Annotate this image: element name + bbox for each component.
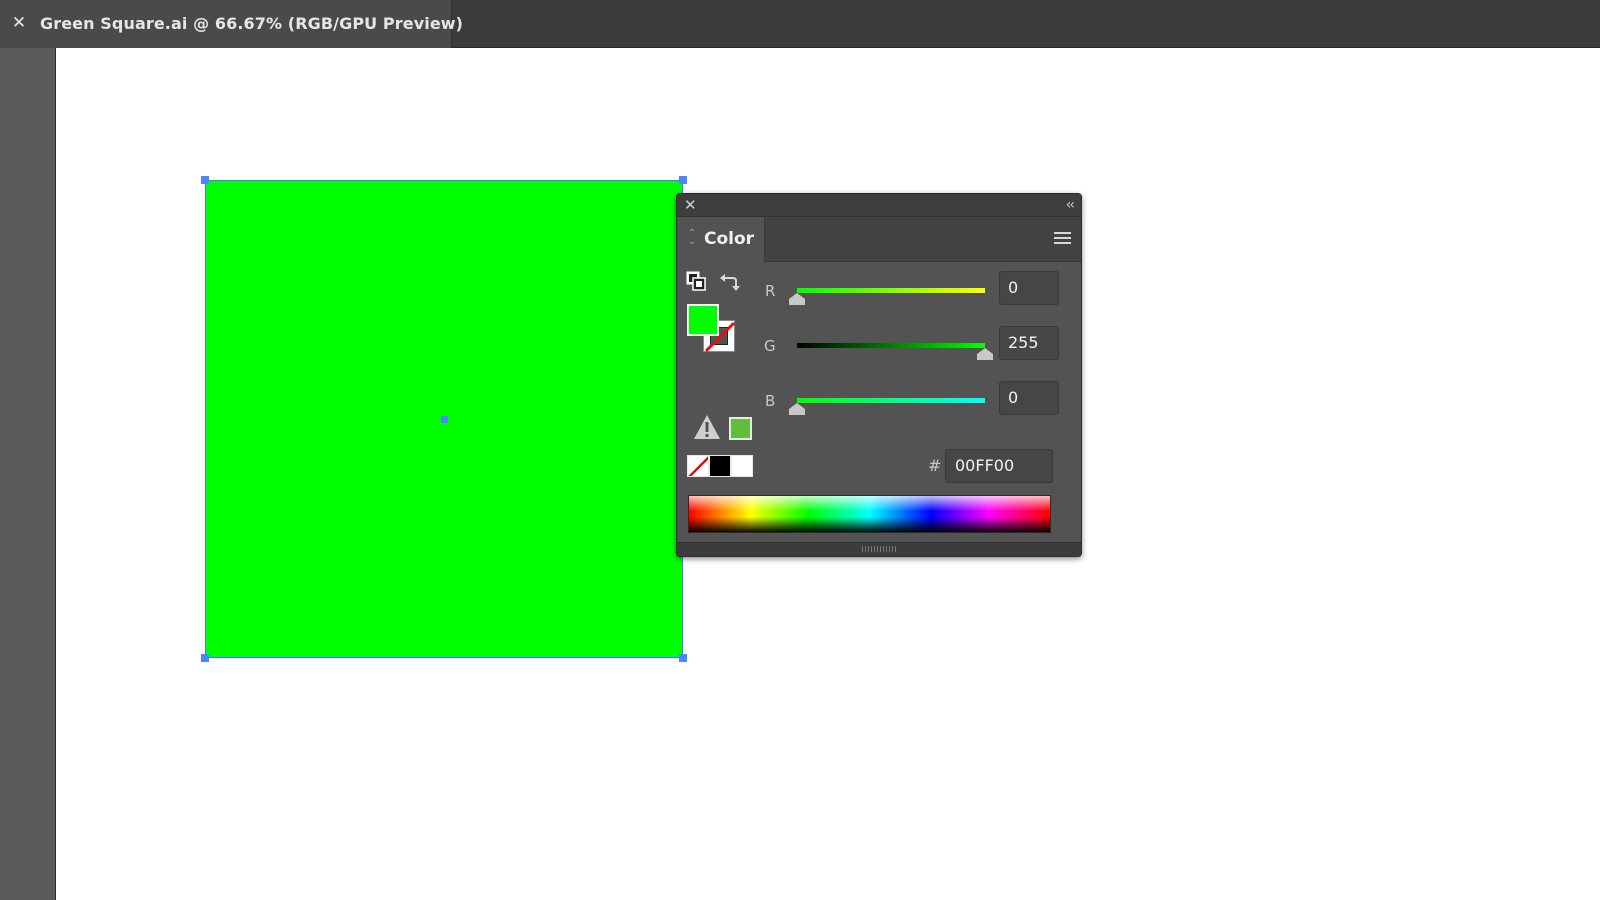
panel-titlebar[interactable]: ✕ ‹‹ [677, 194, 1081, 217]
blue-slider[interactable] [797, 398, 985, 403]
green-value-field[interactable]: 255 [999, 326, 1059, 360]
web-safe-color-swatch[interactable] [729, 417, 752, 440]
selection-handle-bottom-right[interactable] [679, 654, 687, 662]
warning-icon[interactable] [693, 414, 721, 440]
black-color-swatch[interactable] [709, 455, 731, 477]
selection-center-point[interactable] [441, 416, 448, 423]
panel-menu-icon[interactable] [1054, 232, 1071, 245]
resize-grip[interactable] [862, 546, 896, 552]
document-tab[interactable]: ✕ Green Square.ai @ 66.67% (RGB/GPU Prev… [0, 0, 463, 48]
color-spectrum-ramp[interactable] [688, 495, 1051, 533]
blue-slider-thumb[interactable] [789, 403, 805, 415]
tools-gutter [0, 48, 56, 900]
document-title: Green Square.ai @ 66.67% (RGB/GPU Previe… [40, 14, 464, 33]
panel-footer [677, 542, 1081, 556]
green-slider-thumb[interactable] [977, 348, 993, 360]
red-value-field[interactable]: 0 [999, 271, 1059, 305]
selection-handle-top-right[interactable] [679, 176, 687, 184]
green-square-shape[interactable] [201, 176, 687, 662]
tab-color[interactable]: ⌃ ⌄ Color [677, 217, 765, 262]
panel-tab-label: Color [704, 229, 755, 249]
green-slider[interactable] [797, 343, 985, 348]
slider-label-b: B [765, 392, 776, 410]
selection-handle-top-left[interactable] [201, 176, 209, 184]
none-slash-icon [688, 456, 708, 476]
tab-options-arrows-icon[interactable]: ⌃ ⌄ [687, 229, 697, 247]
document-tab-bar: ✕ Green Square.ai @ 66.67% (RGB/GPU Prev… [0, 0, 1600, 48]
color-panel: ✕ ‹‹ ⌃ ⌄ Color R 0 G 255 B 0 # 00FF00 [676, 193, 1082, 557]
selection-handle-bottom-left[interactable] [201, 654, 209, 662]
blue-value-field[interactable]: 0 [999, 381, 1059, 415]
slider-label-g: G [764, 337, 776, 355]
panel-collapse-icon[interactable]: ‹‹ [1066, 195, 1075, 215]
red-slider-thumb[interactable] [789, 293, 805, 305]
white-color-swatch[interactable] [731, 455, 753, 477]
panel-close-icon[interactable]: ✕ [684, 196, 697, 214]
red-slider[interactable] [797, 288, 985, 293]
swap-fill-stroke-icon[interactable] [719, 270, 741, 292]
close-icon[interactable]: ✕ [10, 13, 28, 33]
hex-label: # [928, 456, 942, 475]
slider-label-r: R [765, 282, 776, 300]
none-color-swatch[interactable] [687, 455, 709, 477]
default-fill-stroke-icon[interactable] [686, 271, 706, 291]
hex-value-field[interactable]: 00FF00 [945, 449, 1053, 483]
panel-tabstrip: ⌃ ⌄ Color [677, 217, 1081, 262]
fill-swatch[interactable] [687, 304, 719, 336]
